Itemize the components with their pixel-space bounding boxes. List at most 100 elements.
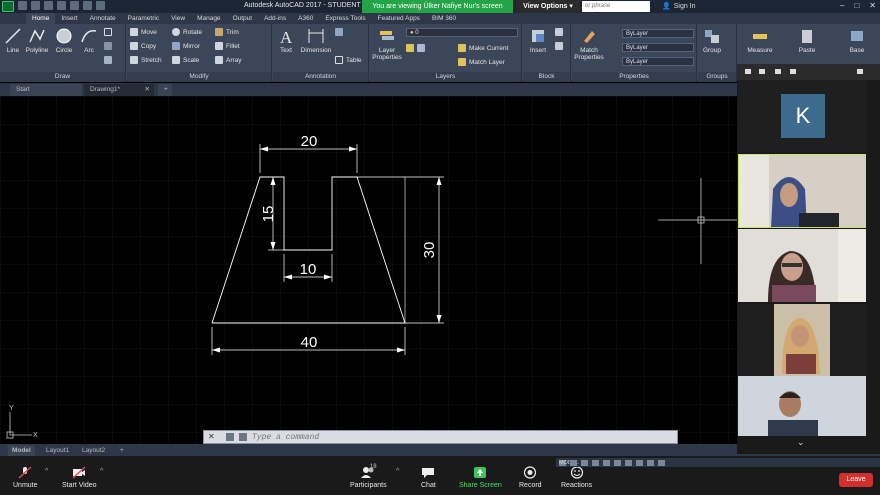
drawing-canvas[interactable]: 20 15 10 30 40 Y X — [0, 96, 737, 443]
block-panel-title[interactable]: Block — [523, 72, 570, 82]
tab-view[interactable]: View — [165, 13, 191, 24]
polyline-tool[interactable]: Polyline — [24, 27, 50, 54]
reactions-button[interactable]: Reactions — [561, 466, 592, 489]
tab-express-tools[interactable]: Express Tools — [319, 13, 371, 24]
make-current-button[interactable]: Make Current — [458, 44, 508, 52]
customize-icon[interactable] — [226, 433, 234, 441]
layers-panel-title[interactable]: Layers — [370, 72, 521, 82]
speaker-view-icon[interactable] — [759, 69, 765, 74]
match-layer-button[interactable]: Match Layer — [458, 58, 505, 66]
edit-block-button[interactable] — [555, 42, 563, 50]
properties-panel-title[interactable]: Properties — [572, 72, 696, 82]
rotate-button[interactable]: Rotate — [172, 28, 202, 36]
unmute-button[interactable]: Unmute — [13, 466, 38, 489]
tab-parametric[interactable]: Parametric — [122, 13, 165, 24]
group-tool[interactable]: Group — [700, 27, 724, 54]
leader-button[interactable] — [335, 28, 343, 36]
mirror-button[interactable]: Mirror — [172, 42, 200, 50]
annotation-panel-title[interactable]: Annotation — [273, 72, 368, 82]
share-screen-button[interactable]: Share Screen — [459, 466, 502, 489]
audio-options-chevron-icon[interactable]: ^ — [45, 468, 48, 475]
tab-output[interactable]: Output — [227, 13, 259, 24]
rectangle-tool[interactable] — [104, 28, 112, 36]
table-button[interactable]: Table — [335, 56, 362, 64]
arc-tool[interactable]: Arc — [78, 27, 100, 54]
gallery-view-icon[interactable] — [790, 69, 796, 74]
exit-panel-icon[interactable] — [857, 69, 863, 74]
tab-model[interactable]: Model — [8, 445, 35, 456]
minimize-icon[interactable]: – — [840, 1, 844, 10]
circle-tool[interactable]: Circle — [52, 27, 76, 54]
command-input[interactable] — [252, 431, 672, 443]
ortho-toggle-icon[interactable] — [592, 459, 599, 466]
participant-tile-k[interactable]: K — [738, 80, 866, 152]
layer-iso-icon[interactable] — [417, 44, 425, 52]
tab-featured-apps[interactable]: Featured Apps — [372, 13, 426, 24]
polar-toggle-icon[interactable] — [603, 459, 610, 466]
sign-in-button[interactable]: 👤 Sign In — [662, 2, 696, 11]
close-command-line-icon[interactable]: ✕ — [208, 432, 215, 441]
tab-add-ins[interactable]: Add-ins — [258, 13, 292, 24]
participant-video-3[interactable] — [738, 304, 866, 377]
paste-tool[interactable]: Paste — [793, 27, 821, 54]
modify-panel-title[interactable]: Modify — [127, 72, 271, 82]
tab-drawing1[interactable]: Drawing1* ✕ — [84, 84, 154, 96]
fillet-button[interactable]: Fillet — [215, 42, 240, 50]
record-button[interactable]: Record — [519, 466, 542, 489]
add-layout-button[interactable]: + — [116, 445, 128, 456]
tab-annotate[interactable]: Annotate — [84, 13, 122, 24]
dimension-tool[interactable]: Dimension — [299, 27, 333, 54]
customization-icon[interactable] — [658, 459, 665, 466]
layer-properties-tool[interactable]: Layer Properties — [372, 27, 402, 61]
maximize-icon[interactable]: □ — [854, 1, 859, 10]
participant-video-4[interactable] — [738, 376, 866, 436]
tab-layout2[interactable]: Layout2 — [78, 445, 109, 456]
leave-button[interactable]: Leave — [839, 473, 873, 487]
groups-panel-title[interactable]: Groups — [698, 72, 736, 82]
autocad-logo-icon[interactable] — [2, 1, 14, 12]
stretch-button[interactable]: Stretch — [130, 56, 162, 64]
video-options-chevron-icon[interactable]: ^ — [100, 468, 103, 475]
close-tab-icon[interactable]: ✕ — [145, 84, 150, 96]
layer-state-icon[interactable] — [406, 44, 414, 52]
open-file-icon[interactable] — [31, 1, 40, 10]
array-button[interactable]: Array — [215, 56, 242, 64]
chat-button[interactable]: Chat — [421, 466, 436, 489]
tab-start[interactable]: Start — [10, 84, 82, 96]
color-dropdown[interactable]: ByLayer — [622, 29, 694, 38]
undo-icon[interactable] — [83, 1, 92, 10]
participant-video-1[interactable] — [738, 154, 866, 228]
linetype-dropdown[interactable]: ByLayer — [622, 57, 694, 66]
workspace-icon[interactable] — [647, 459, 654, 466]
search-input[interactable]: or phrase — [582, 1, 650, 12]
scale-button[interactable]: Scale — [172, 56, 199, 64]
save-icon[interactable] — [44, 1, 53, 10]
participant-video-2[interactable] — [738, 229, 866, 302]
grid-toggle-icon[interactable] — [570, 459, 577, 466]
chevron-down-icon[interactable]: ⌄ — [797, 437, 805, 448]
tab-insert[interactable]: Insert — [55, 13, 83, 24]
model-space-toggle[interactable]: MODEL — [559, 459, 579, 466]
annotation-scale-icon[interactable] — [636, 459, 643, 466]
new-tab-button[interactable]: + — [158, 84, 172, 96]
plot-icon[interactable] — [70, 1, 79, 10]
copy-button[interactable]: Copy — [130, 42, 156, 50]
tab-manage[interactable]: Manage — [191, 13, 227, 24]
minimize-panel-icon[interactable] — [745, 69, 751, 74]
hatch-tool[interactable] — [104, 42, 112, 50]
new-file-icon[interactable] — [18, 1, 27, 10]
base-view-tool[interactable]: Base — [843, 27, 871, 54]
participants-button[interactable]: Participants 18 — [350, 464, 387, 489]
trim-button[interactable]: Trim — [215, 28, 239, 36]
layer-dropdown[interactable]: ● 0 — [406, 28, 518, 37]
save-as-icon[interactable] — [57, 1, 66, 10]
participants-chevron-icon[interactable]: ^ — [396, 468, 399, 475]
lineweight-dropdown[interactable]: ByLayer — [622, 43, 694, 52]
view-options-button[interactable]: View Options ▾ — [516, 0, 580, 13]
move-button[interactable]: Move — [130, 28, 157, 36]
tab-home[interactable]: Home — [26, 13, 56, 24]
tab-layout1[interactable]: Layout1 — [42, 445, 73, 456]
snap-toggle-icon[interactable] — [581, 459, 588, 466]
match-properties-tool[interactable]: Match Properties — [574, 27, 604, 61]
strip-view-icon[interactable] — [775, 69, 781, 74]
